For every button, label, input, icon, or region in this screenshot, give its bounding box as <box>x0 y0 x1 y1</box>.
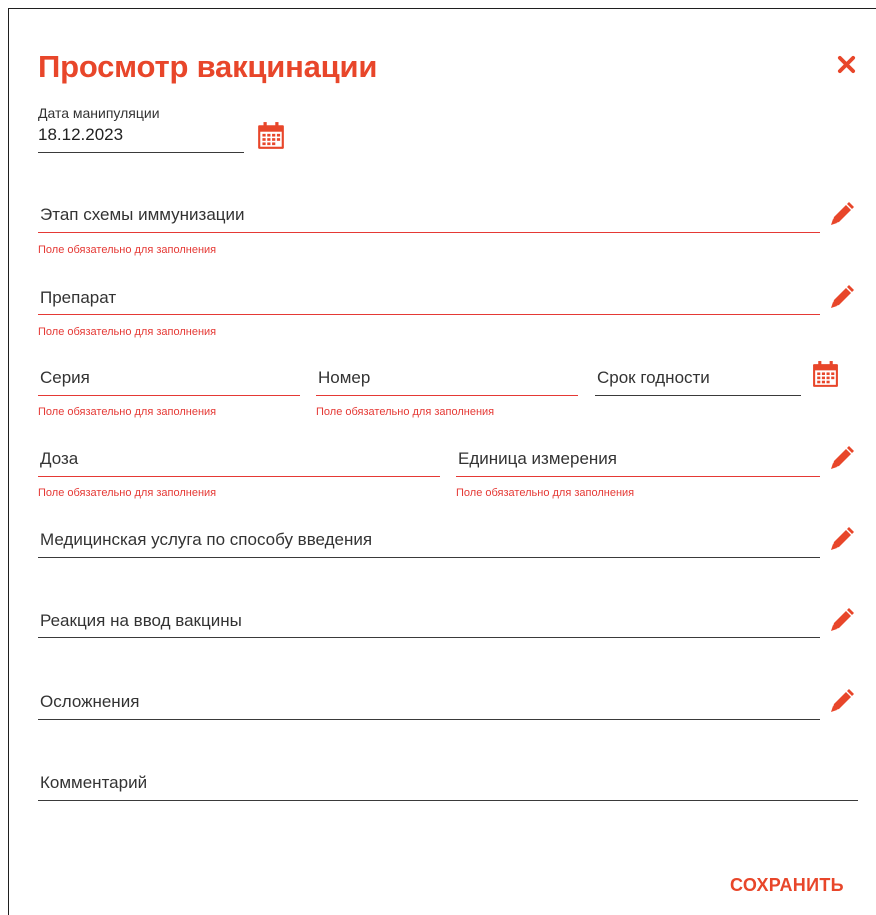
pencil-icon[interactable] <box>826 444 856 474</box>
drug-error: Поле обязательно для заполнения <box>38 326 217 338</box>
dose-field[interactable]: Доза Поле обязательно для заполнения <box>38 449 440 504</box>
number-error: Поле обязательно для заполнения <box>316 406 495 418</box>
complications-field[interactable]: Осложнения <box>38 692 820 722</box>
immunization-stage-placeholder: Этап схемы иммунизации <box>40 205 245 224</box>
medical-service-field[interactable]: Медицинская услуга по способу введения <box>38 530 820 560</box>
date-label: Дата манипуляции <box>38 105 160 121</box>
pencil-icon[interactable] <box>826 525 856 555</box>
dialog-title: Просмотр вакцинации <box>38 49 378 84</box>
date-field[interactable]: Дата манипуляции 18.12.2023 <box>38 105 244 155</box>
save-button[interactable]: СОХРАНИТЬ <box>730 875 844 896</box>
expiry-date-placeholder: Срок годности <box>597 368 710 387</box>
series-field[interactable]: Серия Поле обязательно для заполнения <box>38 368 300 423</box>
number-placeholder: Номер <box>318 368 371 387</box>
comment-placeholder: Комментарий <box>40 773 148 792</box>
complications-placeholder: Осложнения <box>40 692 140 711</box>
unit-placeholder: Единица измерения <box>458 449 617 468</box>
series-placeholder: Серия <box>40 368 90 387</box>
pencil-icon[interactable] <box>826 200 856 230</box>
unit-error: Поле обязательно для заполнения <box>456 487 635 499</box>
vaccine-reaction-placeholder: Реакция на ввод вакцины <box>40 611 242 630</box>
pencil-icon[interactable] <box>826 283 856 313</box>
dose-error: Поле обязательно для заполнения <box>38 487 217 499</box>
dose-placeholder: Доза <box>40 449 79 468</box>
series-error: Поле обязательно для заполнения <box>38 406 217 418</box>
comment-field[interactable]: Комментарий <box>38 773 858 803</box>
drug-placeholder: Препарат <box>40 288 117 307</box>
immunization-stage-error: Поле обязательно для заполнения <box>38 244 217 256</box>
close-icon[interactable] <box>837 55 856 74</box>
immunization-stage-field[interactable]: Этап схемы иммунизации Поле обязательно … <box>38 205 820 260</box>
date-value[interactable]: 18.12.2023 <box>38 125 123 145</box>
pencil-icon[interactable] <box>826 606 856 636</box>
calendar-icon[interactable] <box>811 360 840 389</box>
pencil-icon[interactable] <box>826 687 856 717</box>
expiry-date-field[interactable]: Срок годности <box>595 368 801 398</box>
unit-field[interactable]: Единица измерения Поле обязательно для з… <box>456 449 820 504</box>
medical-service-placeholder: Медицинская услуга по способу введения <box>40 530 373 549</box>
vaccine-reaction-field[interactable]: Реакция на ввод вакцины <box>38 611 820 641</box>
number-field[interactable]: Номер Поле обязательно для заполнения <box>316 368 578 423</box>
calendar-icon[interactable] <box>256 121 286 151</box>
drug-field[interactable]: Препарат Поле обязательно для заполнения <box>38 288 820 343</box>
